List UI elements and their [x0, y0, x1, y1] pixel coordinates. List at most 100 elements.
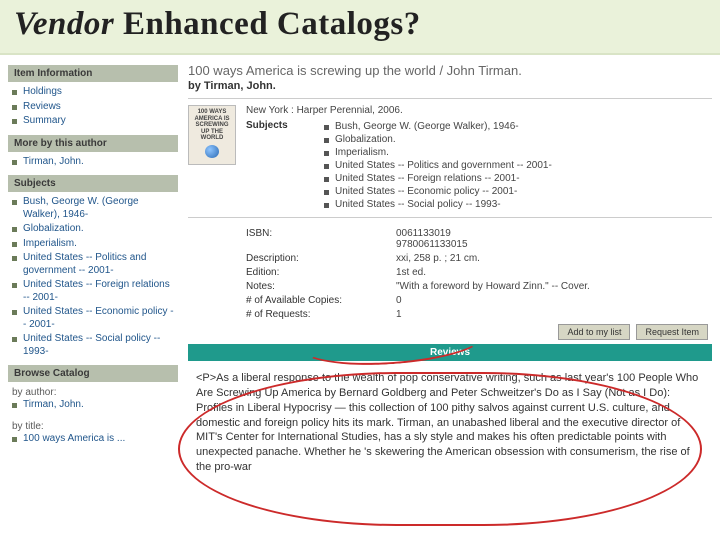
publisher-line: New York : Harper Perennial, 2006.	[246, 105, 712, 116]
metadata-grid: ISBN: 0061133019 9780061133015 Descripti…	[188, 224, 712, 320]
sidebar-link-reviews[interactable]: Reviews	[8, 100, 178, 115]
sidebar-link-label: Tirman, John.	[23, 399, 84, 412]
bullet-icon	[324, 190, 329, 195]
subject-text: United States -- Economic policy -- 2001…	[335, 186, 517, 197]
bullet-icon	[12, 200, 17, 205]
bullet-icon	[324, 125, 329, 130]
bullet-icon	[12, 105, 17, 110]
subjects-label: Subjects	[246, 120, 306, 211]
bullet-icon	[12, 256, 17, 261]
sidebar-link-label: Holdings	[23, 86, 62, 99]
add-to-list-button[interactable]: Add to my list	[558, 324, 630, 340]
sidebar-link-summary[interactable]: Summary	[8, 114, 178, 129]
subject-link[interactable]: Globalization.	[324, 133, 552, 146]
record-byline: by Tirman, John.	[188, 80, 712, 92]
available-copies-label: # of Available Copies:	[246, 295, 386, 306]
subject-text: United States -- Politics and government…	[335, 160, 552, 171]
slide-title-bar: Vendor Enhanced Catalogs?	[0, 0, 720, 55]
sidebar-subject-link[interactable]: United States -- Foreign relations -- 20…	[8, 278, 178, 305]
sidebar-header-browse: Browse Catalog	[8, 365, 178, 382]
isbn-1: 0061133019	[396, 228, 712, 239]
available-copies-value: 0	[396, 295, 712, 306]
bullet-icon	[12, 242, 17, 247]
globe-icon	[205, 145, 219, 158]
browse-author-link[interactable]: Tirman, John.	[8, 398, 178, 413]
sidebar-link-label: Tirman, John.	[23, 156, 84, 169]
subject-link[interactable]: Imperialism.	[324, 146, 552, 159]
bullet-icon	[324, 203, 329, 208]
subjects-block: Subjects Bush, George W. (George Walker)…	[246, 120, 712, 211]
sidebar-subject-link[interactable]: Imperialism.	[8, 237, 178, 252]
bullet-icon	[324, 151, 329, 156]
subject-link[interactable]: United States -- Politics and government…	[324, 159, 552, 172]
bullet-icon	[12, 337, 17, 342]
subjects-list: Bush, George W. (George Walker), 1946- G…	[324, 120, 552, 211]
requests-label: # of Requests:	[246, 309, 386, 320]
sidebar-link-label: 100 ways America is ...	[23, 433, 125, 446]
sidebar-link-label: Reviews	[23, 101, 61, 114]
sidebar-link-label: Summary	[23, 115, 66, 128]
bullet-icon	[12, 119, 17, 124]
slide-title-rest: Enhanced Catalogs?	[114, 6, 421, 42]
sidebar-subject-link[interactable]: United States -- Social policy -- 1993-	[8, 332, 178, 359]
sidebar-subject-link[interactable]: United States -- Politics and government…	[8, 251, 178, 278]
bullet-icon	[324, 138, 329, 143]
sidebar: Item Information Holdings Reviews Summar…	[8, 61, 178, 475]
sidebar-more-by-list: Tirman, John.	[8, 155, 178, 170]
sidebar-subjects-list: Bush, George W. (George Walker), 1946- G…	[8, 195, 178, 359]
isbn-2: 9780061133015	[396, 239, 712, 250]
bullet-icon	[12, 227, 17, 232]
sidebar-item-info-list: Holdings Reviews Summary	[8, 85, 178, 129]
slide-title-italic: Vendor	[14, 6, 114, 42]
subject-text: Bush, George W. (George Walker), 1946-	[335, 121, 519, 132]
sidebar-subject-link[interactable]: Globalization.	[8, 222, 178, 237]
cover-text: 100 WAYS AMERICA IS SCREWING UP THE WORL…	[192, 109, 232, 142]
sidebar-link-label: Globalization.	[23, 223, 84, 236]
sidebar-link-label: Imperialism.	[23, 238, 77, 251]
sidebar-subject-link[interactable]: Bush, George W. (George Walker), 1946-	[8, 195, 178, 222]
sidebar-header-subjects: Subjects	[8, 175, 178, 192]
record-top-row: 100 WAYS AMERICA IS SCREWING UP THE WORL…	[188, 98, 712, 218]
bullet-icon	[12, 90, 17, 95]
description-label: Description:	[246, 253, 386, 264]
subject-link[interactable]: United States -- Economic policy -- 2001…	[324, 185, 552, 198]
bullet-icon	[12, 437, 17, 442]
subject-text: United States -- Social policy -- 1993-	[335, 199, 501, 210]
isbn-label: ISBN:	[246, 228, 386, 250]
subject-text: United States -- Foreign relations -- 20…	[335, 173, 520, 184]
sidebar-link-label: United States -- Social policy -- 1993-	[23, 333, 174, 358]
bullet-icon	[324, 164, 329, 169]
subject-link[interactable]: United States -- Foreign relations -- 20…	[324, 172, 552, 185]
slide-title: Vendor Enhanced Catalogs?	[14, 6, 706, 43]
sidebar-author-link[interactable]: Tirman, John.	[8, 155, 178, 170]
notes-value: "With a foreword by Howard Zinn." -- Cov…	[396, 281, 712, 292]
browse-title-list: 100 ways America is ...	[8, 432, 178, 447]
cover-thumbnail[interactable]: 100 WAYS AMERICA IS SCREWING UP THE WORL…	[188, 105, 236, 165]
bullet-icon	[12, 283, 17, 288]
notes-label: Notes:	[246, 281, 386, 292]
sidebar-header-more-by: More by this author	[8, 135, 178, 152]
request-item-button[interactable]: Request Item	[636, 324, 708, 340]
subject-link[interactable]: United States -- Social policy -- 1993-	[324, 198, 552, 211]
sidebar-link-label: United States -- Politics and government…	[23, 252, 174, 277]
record-title: 100 ways America is screwing up the worl…	[188, 63, 712, 78]
browse-author-list: Tirman, John.	[8, 398, 178, 413]
browse-title-link[interactable]: 100 ways America is ...	[8, 432, 178, 447]
bullet-icon	[12, 403, 17, 408]
sidebar-link-label: United States -- Economic policy -- 2001…	[23, 306, 174, 331]
browse-by-author-label: by author:	[8, 385, 178, 398]
edition-label: Edition:	[246, 267, 386, 278]
description-value: xxi, 258 p. ; 21 cm.	[396, 253, 712, 264]
bullet-icon	[324, 177, 329, 182]
bullet-icon	[12, 160, 17, 165]
subject-text: Globalization.	[335, 134, 396, 145]
record-info: New York : Harper Perennial, 2006. Subje…	[246, 105, 712, 211]
subject-text: Imperialism.	[335, 147, 389, 158]
requests-value: 1	[396, 309, 712, 320]
sidebar-link-holdings[interactable]: Holdings	[8, 85, 178, 100]
sidebar-link-label: Bush, George W. (George Walker), 1946-	[23, 196, 174, 221]
sidebar-subject-link[interactable]: United States -- Economic policy -- 2001…	[8, 305, 178, 332]
browse-by-title-label: by title:	[8, 419, 178, 432]
isbn-values: 0061133019 9780061133015	[396, 228, 712, 250]
subject-link[interactable]: Bush, George W. (George Walker), 1946-	[324, 120, 552, 133]
